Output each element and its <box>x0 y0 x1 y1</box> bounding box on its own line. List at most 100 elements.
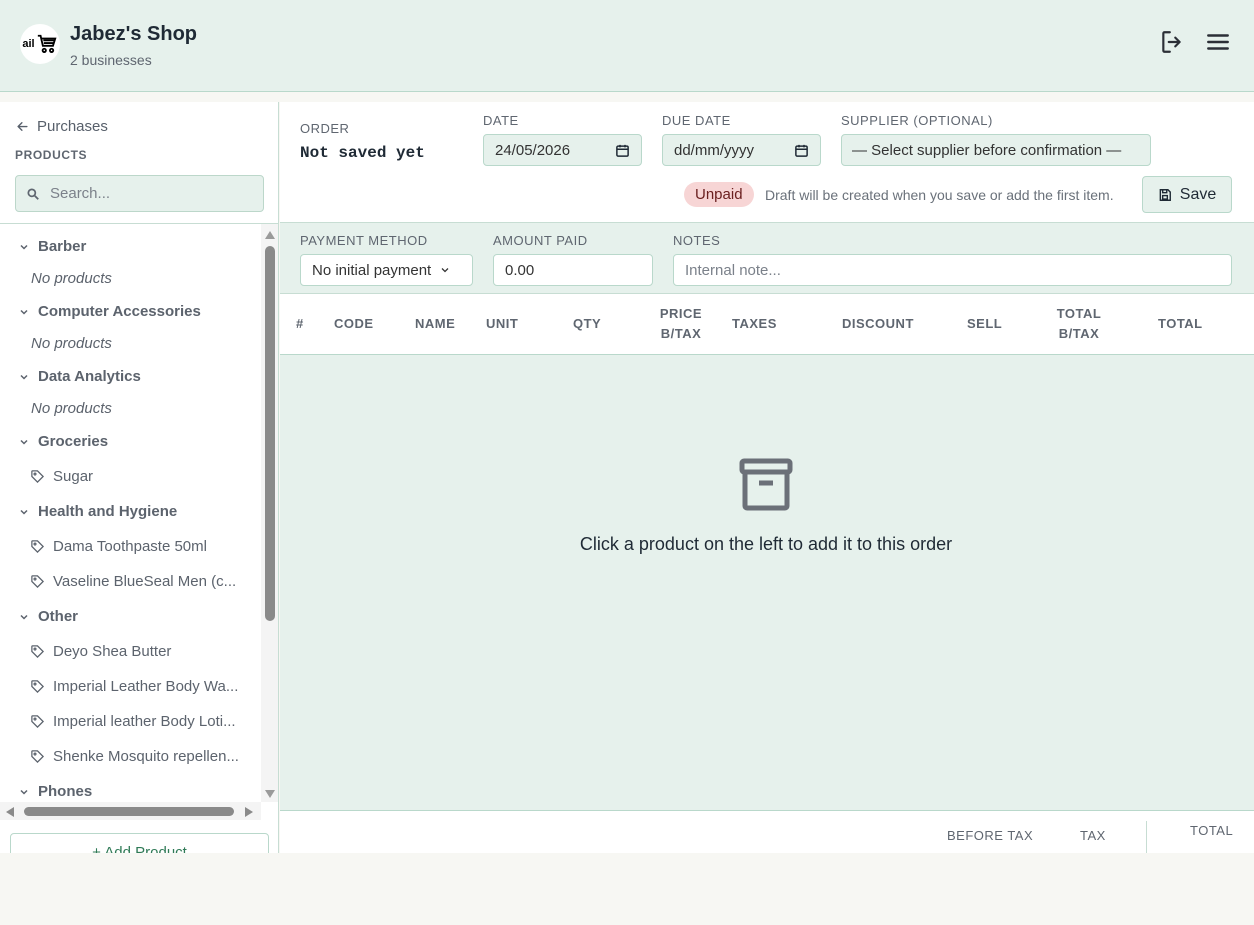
notes-placeholder: Internal note... <box>685 261 781 279</box>
order-label: ORDER <box>300 121 350 136</box>
vertical-scrollbar[interactable] <box>261 224 278 802</box>
category-barber[interactable]: Barber <box>18 238 86 255</box>
order-editor: ORDER Not saved yet DATE 24/05/2026 DUE … <box>280 102 1254 853</box>
product-label: Sugar <box>53 468 94 485</box>
order-totals: BEFORE TAX TAX TOTAL <box>280 810 1254 853</box>
product-label: Dama Toothpaste 50ml <box>53 538 207 555</box>
due-date-input[interactable]: dd/mm/yyyy <box>662 134 821 166</box>
tag-icon <box>31 470 45 484</box>
col-price-line1: PRICE <box>659 306 703 321</box>
tax-label: TAX <box>1080 828 1106 843</box>
category-health-and-hygiene[interactable]: Health and Hygiene <box>18 503 177 520</box>
amount-paid-value: 0.00 <box>505 261 535 279</box>
product-item[interactable]: Sugar <box>30 468 93 485</box>
supplier-label: SUPPLIER (OPTIONAL) <box>841 113 993 128</box>
back-to-purchases-link[interactable]: Purchases <box>15 118 108 135</box>
products-section-label: PRODUCTS <box>15 148 88 162</box>
chevron-down-icon <box>20 374 28 380</box>
vertical-scroll-thumb[interactable] <box>265 246 275 621</box>
product-item[interactable]: Vaseline BlueSeal Men (c... <box>30 573 236 590</box>
no-products-text: No products <box>31 400 112 417</box>
category-computer-accessories[interactable]: Computer Accessories <box>18 303 201 320</box>
hamburger-menu-icon[interactable] <box>1204 28 1232 56</box>
scroll-down-arrow-icon[interactable] <box>264 789 276 799</box>
product-item[interactable]: Deyo Shea Butter <box>30 643 171 660</box>
scroll-right-arrow-icon[interactable] <box>244 806 254 818</box>
tag-icon <box>31 715 45 729</box>
scroll-up-arrow-icon[interactable] <box>264 230 276 240</box>
arrow-left-icon <box>17 122 28 131</box>
product-label: Deyo Shea Butter <box>53 643 172 660</box>
save-button[interactable]: Save <box>1142 176 1232 213</box>
col-number: # <box>296 316 304 331</box>
page-footer-area <box>0 853 1254 925</box>
product-label: Imperial Leather Body Wa... <box>53 678 239 695</box>
category-other[interactable]: Other <box>18 608 78 625</box>
save-label: Save <box>1179 185 1217 203</box>
category-label: Other <box>38 608 79 625</box>
category-phones[interactable]: Phones <box>18 783 92 800</box>
horizontal-scrollbar[interactable] <box>0 802 261 820</box>
col-name: NAME <box>415 316 456 331</box>
payment-method-select[interactable]: No initial payment <box>300 254 473 286</box>
notes-label: NOTES <box>673 233 721 248</box>
product-item[interactable]: Imperial leather Body Loti... <box>30 713 236 730</box>
add-product-button[interactable]: + Add Product <box>10 833 269 853</box>
col-sell: SELL <box>967 316 1003 331</box>
tag-icon <box>31 575 45 589</box>
product-item[interactable]: Dama Toothpaste 50ml <box>30 538 207 555</box>
items-table-header: # CODE NAME UNIT QTY PRICE B/TAX TAXES D… <box>280 294 1254 355</box>
category-label: Computer Accessories <box>38 303 201 320</box>
product-label: Imperial leather Body Loti... <box>53 713 236 730</box>
product-item[interactable]: Imperial Leather Body Wa... <box>30 678 238 695</box>
order-number: Not saved yet <box>300 144 425 162</box>
scroll-left-arrow-icon[interactable] <box>5 806 15 818</box>
col-price-btax: PRICE B/TAX <box>653 304 709 344</box>
chevron-down-icon <box>20 614 28 620</box>
amount-paid-input[interactable]: 0.00 <box>493 254 653 286</box>
product-item[interactable]: Shenke Mosquito repellen... <box>30 748 239 765</box>
archive-box-icon <box>739 458 793 511</box>
col-discount: DISCOUNT <box>842 316 914 331</box>
product-label: Shenke Mosquito repellen... <box>53 748 239 765</box>
col-total-btax-line2: B/TAX <box>1058 326 1100 341</box>
calendar-icon[interactable] <box>794 143 809 158</box>
chevron-down-icon <box>441 268 449 273</box>
before-tax-label: BEFORE TAX <box>947 828 1034 843</box>
date-input[interactable]: 24/05/2026 <box>483 134 642 166</box>
product-search[interactable] <box>15 175 264 212</box>
payment-method-value: No initial payment <box>312 261 432 279</box>
product-label: Vaseline BlueSeal Men (c... <box>53 573 237 590</box>
supplier-value: — Select supplier before confirmation — <box>852 141 1122 159</box>
draft-note: Draft will be created when you save or a… <box>765 187 1114 203</box>
col-total-btax-line1: TOTAL <box>1056 306 1102 321</box>
no-products-text: No products <box>31 335 112 352</box>
category-data-analytics[interactable]: Data Analytics <box>18 368 141 385</box>
tag-icon <box>31 750 45 764</box>
notes-input[interactable]: Internal note... <box>673 254 1232 286</box>
payment-panel: PAYMENT METHOD No initial payment AMOUNT… <box>280 223 1254 294</box>
chevron-down-icon <box>20 244 28 250</box>
no-products-text: No products <box>31 270 112 287</box>
amount-paid-label: AMOUNT PAID <box>493 233 588 248</box>
logo-text: ail <box>22 38 35 50</box>
empty-state-message: Click a product on the left to add it to… <box>579 534 953 554</box>
category-groceries[interactable]: Groceries <box>18 433 108 450</box>
calendar-icon[interactable] <box>615 143 630 158</box>
supplier-select[interactable]: — Select supplier before confirmation — <box>841 134 1151 166</box>
empty-items-state: Click a product on the left to add it to… <box>280 355 1254 810</box>
due-date-label: DUE DATE <box>662 113 731 128</box>
search-input[interactable] <box>50 185 250 202</box>
col-qty: QTY <box>573 316 602 331</box>
total-label: TOTAL <box>1190 823 1234 838</box>
category-label: Data Analytics <box>38 368 141 385</box>
back-link-label: Purchases <box>37 118 108 135</box>
payment-status-badge: Unpaid <box>684 182 754 207</box>
logout-icon[interactable] <box>1158 28 1186 56</box>
horizontal-scroll-thumb[interactable] <box>24 807 234 816</box>
due-date-value: dd/mm/yyyy <box>674 141 755 159</box>
tag-icon <box>31 680 45 694</box>
shop-title: Jabez's Shop <box>70 23 198 45</box>
date-value: 24/05/2026 <box>495 141 571 159</box>
app-header: ail Jabez's Shop 2 businesses <box>0 0 1254 92</box>
